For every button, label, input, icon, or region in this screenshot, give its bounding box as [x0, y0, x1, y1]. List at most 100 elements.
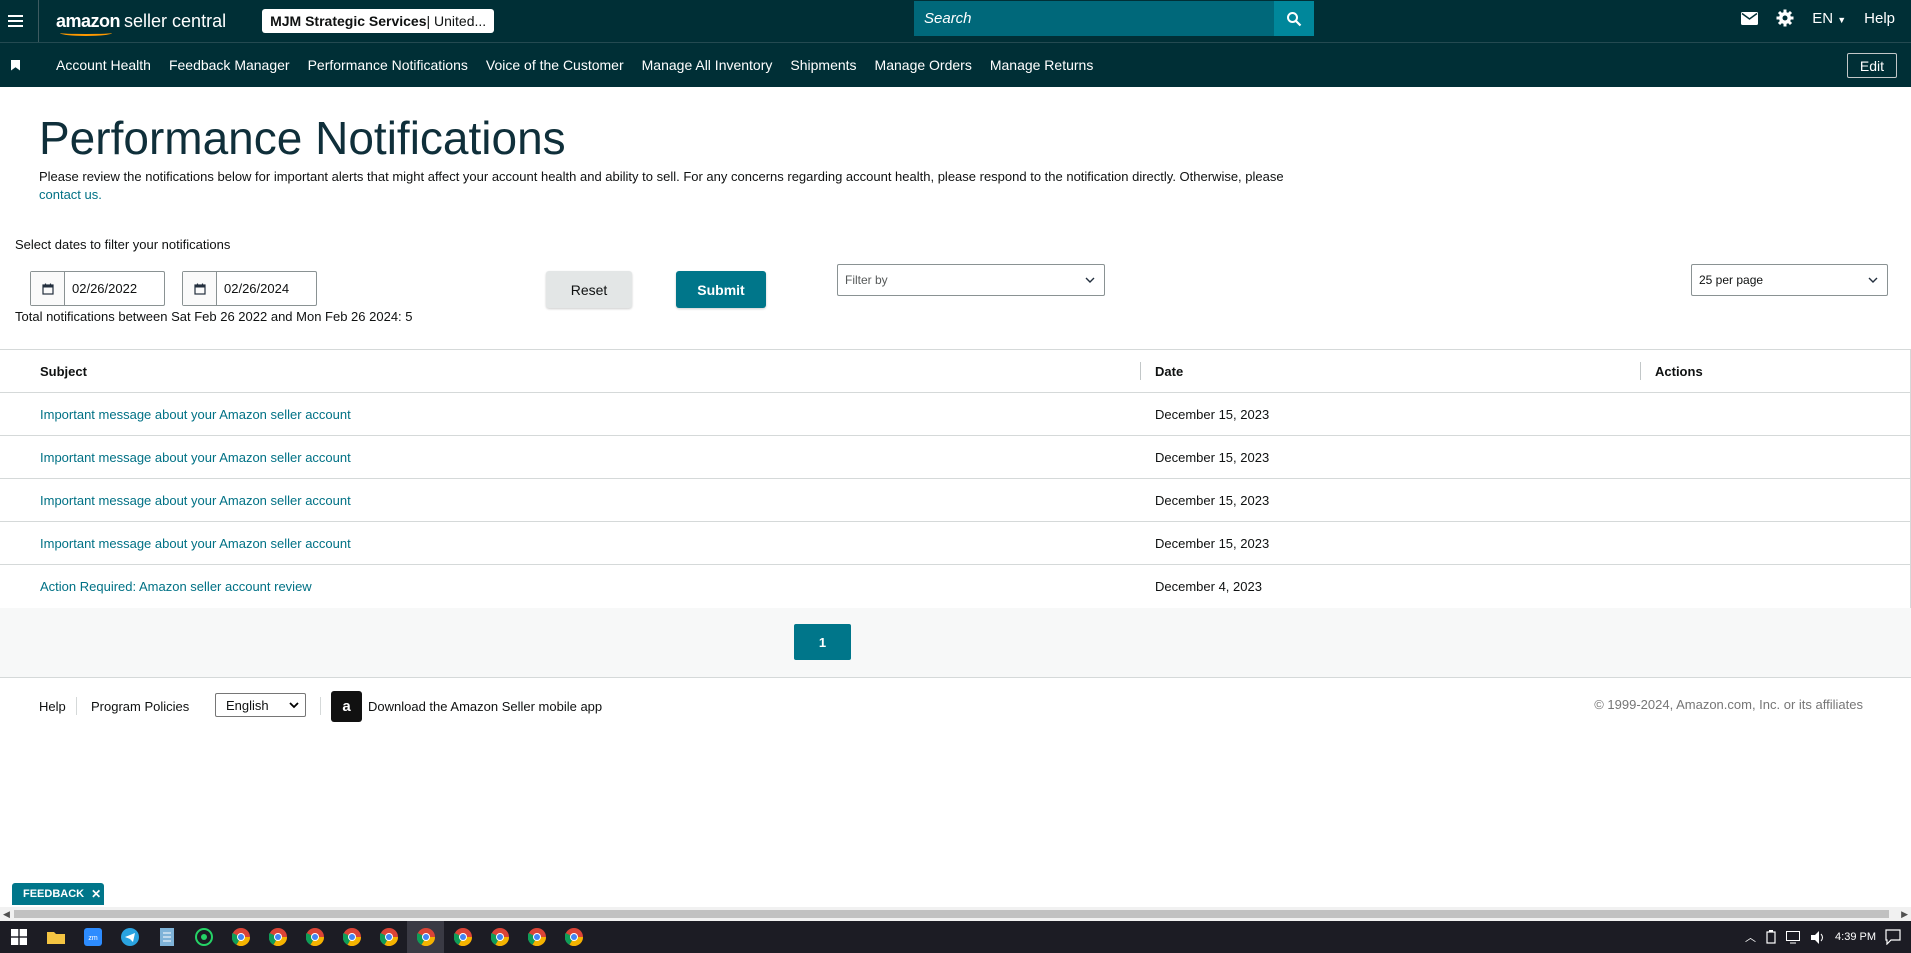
whatsapp-icon[interactable] [185, 921, 222, 953]
battery-icon[interactable] [1765, 930, 1777, 944]
per-page-label: 25 per page [1699, 273, 1764, 287]
search-button[interactable] [1274, 1, 1314, 36]
scroll-right-icon[interactable]: ▶ [1901, 909, 1908, 920]
notepad-icon[interactable] [148, 921, 185, 953]
language-label: EN [1812, 9, 1834, 27]
page-1-button[interactable]: 1 [794, 624, 851, 660]
filter-by-select[interactable]: Filter by [837, 264, 1105, 296]
file-explorer-icon[interactable] [37, 921, 74, 953]
chrome-icon[interactable] [259, 921, 296, 953]
divider [38, 0, 39, 42]
notification-icon[interactable] [1885, 929, 1901, 945]
feedback-button[interactable]: FEEDBACK ✕ [12, 883, 104, 905]
bookmark-icon[interactable] [11, 59, 20, 71]
chevron-down-icon: ▼ [1837, 14, 1847, 25]
chrome-icon[interactable] [333, 921, 370, 953]
calendar-icon[interactable] [31, 272, 65, 305]
chrome-icon[interactable] [407, 921, 444, 953]
menu-icon[interactable] [0, 0, 30, 42]
nav-item-account-health[interactable]: Account Health [47, 57, 160, 73]
footer-language-label: English [226, 697, 269, 713]
horizontal-scrollbar[interactable]: ◀ ▶ [0, 907, 1911, 921]
chrome-icon[interactable] [481, 921, 518, 953]
notification-date: December 15, 2023 [1155, 450, 1270, 465]
close-icon[interactable]: ✕ [91, 887, 101, 901]
chrome-icon[interactable] [296, 921, 333, 953]
notification-subject-link[interactable]: Action Required: Amazon seller account r… [40, 579, 312, 594]
chrome-icon[interactable] [444, 921, 481, 953]
zoom-icon[interactable]: zm [74, 921, 111, 953]
intro-body: Please review the notifications below fo… [39, 169, 1284, 184]
submit-button[interactable]: Submit [676, 271, 766, 308]
chevron-down-icon [289, 702, 299, 709]
logo-smile [60, 30, 112, 36]
filter-by-label: Filter by [845, 273, 888, 287]
calendar-icon[interactable] [183, 272, 217, 305]
account-switcher[interactable]: MJM Strategic Services | United... [262, 9, 495, 33]
date-to-value: 02/26/2024 [224, 281, 290, 296]
reset-button[interactable]: Reset [546, 271, 632, 308]
date-to-field[interactable]: 02/26/2024 [182, 271, 317, 306]
column-divider[interactable] [1140, 362, 1141, 380]
network-icon[interactable] [1786, 930, 1802, 944]
nav-item-voice-of-customer[interactable]: Voice of the Customer [477, 57, 633, 73]
windows-start-icon[interactable] [0, 921, 37, 953]
nav-item-manage-orders[interactable]: Manage Orders [866, 57, 981, 73]
help-link[interactable]: Help [1864, 10, 1895, 27]
telegram-icon[interactable] [111, 921, 148, 953]
table-row: Important message about your Amazon sell… [0, 479, 1911, 522]
contact-us-link[interactable]: contact us. [39, 187, 102, 202]
nav-item-performance-notifications[interactable]: Performance Notifications [299, 57, 477, 73]
scrollbar-thumb[interactable] [14, 910, 1889, 918]
column-header-date[interactable]: Date [1155, 364, 1183, 379]
seller-central-logo[interactable]: amazon seller central [56, 10, 227, 36]
total-notifications: Total notifications between Sat Feb 26 2… [15, 309, 413, 324]
search-input[interactable]: Search [914, 1, 1274, 36]
chrome-icon[interactable] [555, 921, 592, 953]
clock[interactable]: 4:39 PM [1835, 931, 1876, 943]
logo-sub: seller central [124, 10, 227, 31]
scroll-left-icon[interactable]: ◀ [3, 909, 10, 920]
search-bar: Search [914, 1, 1314, 36]
nav-item-manage-returns[interactable]: Manage Returns [981, 57, 1103, 73]
column-header-subject[interactable]: Subject [40, 364, 87, 379]
svg-text:zm: zm [88, 935, 98, 942]
date-from-field[interactable]: 02/26/2022 [30, 271, 165, 306]
volume-icon[interactable] [1811, 930, 1826, 944]
notification-subject-link[interactable]: Important message about your Amazon sell… [40, 536, 351, 551]
language-selector[interactable]: EN ▼ [1812, 10, 1846, 27]
divider [76, 697, 77, 715]
download-app-link[interactable]: Download the Amazon Seller mobile app [368, 699, 602, 714]
chrome-icon[interactable] [518, 921, 555, 953]
footer-help-link[interactable]: Help [39, 699, 66, 714]
notifications-table: Subject Date Actions Important message a… [0, 349, 1911, 609]
edit-button[interactable]: Edit [1846, 53, 1897, 78]
chevron-up-icon[interactable]: ︿ [1745, 929, 1756, 945]
gear-icon[interactable] [1776, 9, 1794, 27]
footer-policies-link[interactable]: Program Policies [91, 699, 189, 714]
system-tray: ︿ 4:39 PM [1745, 921, 1901, 953]
notification-subject-link[interactable]: Important message about your Amazon sell… [40, 407, 351, 422]
table-header: Subject Date Actions [0, 350, 1911, 393]
page-title: Performance Notifications [39, 112, 566, 164]
table-row: Action Required: Amazon seller account r… [0, 565, 1911, 608]
chrome-icon[interactable] [370, 921, 407, 953]
copyright-text: © 1999-2024, Amazon.com, Inc. or its aff… [1594, 697, 1863, 712]
nav-item-manage-inventory[interactable]: Manage All Inventory [633, 57, 782, 73]
table-row: Important message about your Amazon sell… [0, 522, 1911, 565]
chrome-icon[interactable] [222, 921, 259, 953]
amazon-app-icon[interactable]: a [331, 691, 362, 722]
column-divider[interactable] [1640, 362, 1641, 380]
intro-text: Please review the notifications below fo… [39, 168, 1309, 204]
mail-icon[interactable] [1741, 11, 1759, 25]
notification-subject-link[interactable]: Important message about your Amazon sell… [40, 450, 351, 465]
nav-item-shipments[interactable]: Shipments [781, 57, 865, 73]
notification-subject-link[interactable]: Important message about your Amazon sell… [40, 493, 351, 508]
date-from-value: 02/26/2022 [72, 281, 138, 296]
per-page-select[interactable]: 25 per page [1691, 264, 1888, 296]
search-icon [1287, 11, 1302, 26]
nav-item-feedback-manager[interactable]: Feedback Manager [160, 57, 299, 73]
footer-language-select[interactable]: English [215, 693, 306, 717]
feedback-label: FEEDBACK [23, 888, 85, 900]
footer: Help Program Policies English a Download… [0, 679, 1911, 739]
